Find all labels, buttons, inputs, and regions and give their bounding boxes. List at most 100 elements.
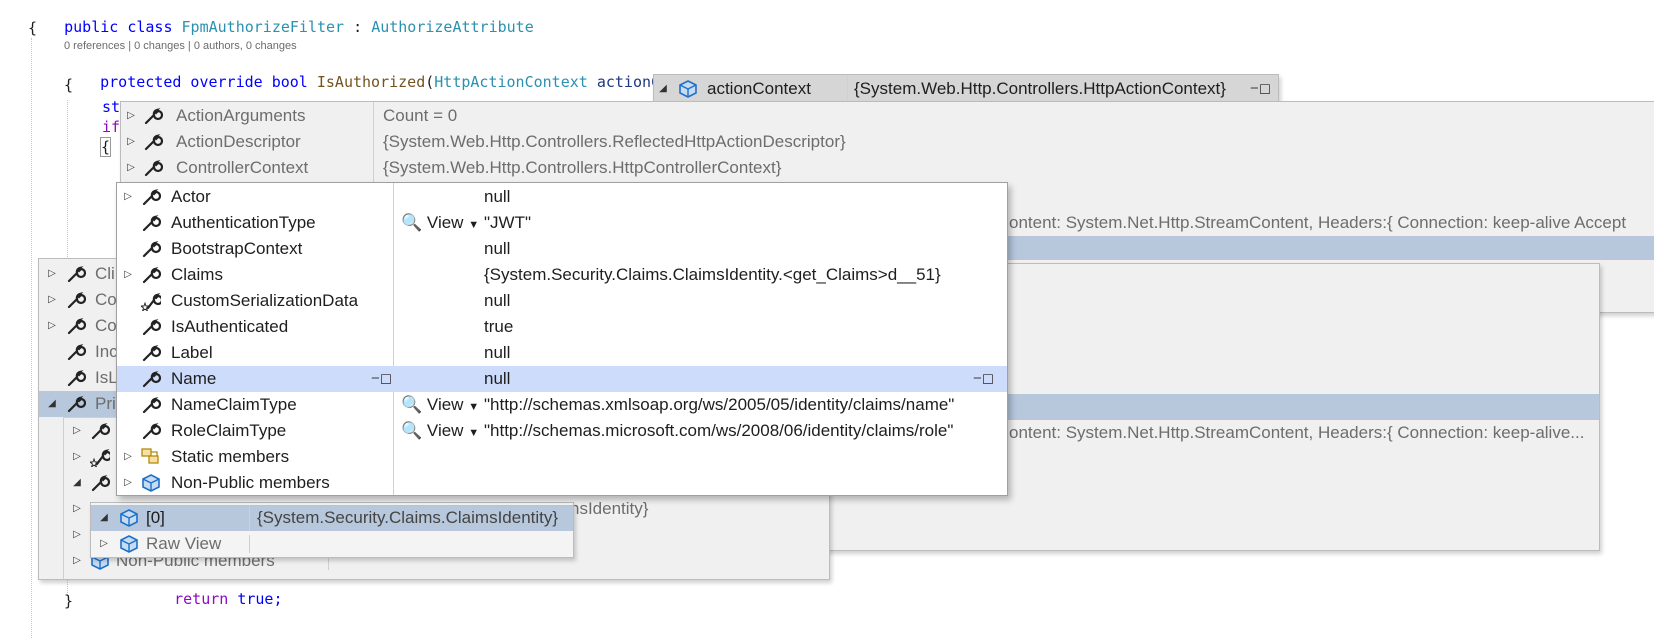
- view-label: View: [426, 213, 464, 232]
- wrench-icon: [67, 292, 86, 309]
- code-value: true;: [228, 590, 283, 608]
- expand-arrow-icon[interactable]: ▷: [121, 262, 135, 288]
- datatip-name: Non-Public members: [171, 473, 330, 492]
- datatip-row[interactable]: ▷ ActionArguments Count = 0: [121, 103, 1654, 129]
- dropdown-arrow-icon[interactable]: ▼: [468, 427, 479, 439]
- expand-arrow-icon[interactable]: ▷: [70, 496, 84, 522]
- expand-arrow-icon[interactable]: ▷: [45, 261, 59, 287]
- code-brace: {: [64, 76, 74, 94]
- code-keyword: public class: [64, 18, 182, 36]
- expand-arrow-icon[interactable]: ▷: [70, 444, 84, 470]
- datatip-value: "JWT": [484, 213, 531, 232]
- datatip-row-nonpublic-members[interactable]: ▷ Non-Public members: [117, 470, 1007, 495]
- pin-icon[interactable]: −◻: [973, 366, 994, 392]
- datatip-value: {System.Security.Claims.ClaimsIdentity}: [257, 508, 559, 527]
- wrench-icon: [142, 345, 161, 362]
- expand-arrow-icon[interactable]: ▷: [121, 444, 135, 470]
- code-paren: (: [425, 73, 435, 91]
- collapse-arrow-icon[interactable]: ◢: [70, 470, 84, 496]
- expand-arrow-icon[interactable]: ▷: [124, 103, 138, 129]
- object-icon: [120, 509, 138, 527]
- datatip-row-actioncontext[interactable]: ◢ actionContext {System.Web.Http.Control…: [654, 75, 1278, 101]
- visualizer-button[interactable]: 🔍 View ▼: [401, 418, 479, 446]
- datatip-name: ActionArguments: [176, 106, 306, 125]
- collapse-arrow-icon[interactable]: ◢: [656, 75, 670, 101]
- wrench-icon: [144, 134, 163, 151]
- datatip-name: ActionDescriptor: [176, 132, 301, 151]
- datatip-name: IsL: [95, 368, 118, 387]
- expand-arrow-icon[interactable]: ▷: [70, 522, 84, 548]
- wrench-icon: [142, 267, 161, 284]
- datatip-row-bootstrapcontext[interactable]: BootstrapContext null: [117, 236, 1007, 262]
- datatip-claimsidentity-members: ▷ Actor null AuthenticationType 🔍 View ▼…: [116, 182, 1008, 496]
- expand-arrow-icon[interactable]: ▷: [124, 129, 138, 155]
- datatip-name: [0]: [146, 508, 165, 527]
- column-divider: [847, 75, 848, 101]
- expand-arrow-icon[interactable]: ▷: [97, 531, 111, 557]
- datatip-row-label[interactable]: Label null: [117, 340, 1007, 366]
- datatip-row-customserializationdata[interactable]: CustomSerializationData null: [117, 288, 1007, 314]
- datatip-row-roleclaimtype[interactable]: RoleClaimType 🔍 View ▼ "http://schemas.m…: [117, 418, 1007, 444]
- datatip-name: Co: [95, 316, 117, 335]
- datatip-row-nameclaimtype[interactable]: NameClaimType 🔍 View ▼ "http://schemas.x…: [117, 392, 1007, 418]
- datatip-row-name[interactable]: Name −◻ null −◻: [117, 366, 1007, 392]
- wrench-icon: [142, 371, 161, 388]
- datatip-row[interactable]: ▷ ControllerContext {System.Web.Http.Con…: [121, 155, 1654, 181]
- datatip-row-authenticationtype[interactable]: AuthenticationType 🔍 View ▼ "JWT": [117, 210, 1007, 236]
- collapse-arrow-icon[interactable]: ◢: [97, 505, 111, 531]
- dropdown-arrow-icon[interactable]: ▼: [468, 401, 479, 413]
- magnifier-icon: 🔍: [401, 395, 423, 414]
- wrench-icon: [142, 215, 161, 232]
- wrench-star-icon: [90, 449, 110, 467]
- expand-arrow-icon[interactable]: ▷: [45, 287, 59, 313]
- view-label: View: [426, 395, 464, 414]
- code-keyword: protected override bool: [100, 73, 317, 91]
- expand-arrow-icon[interactable]: ▷: [121, 470, 135, 495]
- pin-icon[interactable]: −◻: [371, 366, 392, 392]
- datatip-name: AuthenticationType: [171, 213, 316, 232]
- datatip-name: Co: [95, 290, 117, 309]
- visualizer-button[interactable]: 🔍 View ▼: [401, 392, 479, 420]
- column-divider: [249, 505, 250, 531]
- code-fragment: st: [102, 98, 121, 116]
- pin-icon[interactable]: −◻: [1250, 75, 1271, 101]
- wrench-icon: [142, 397, 161, 414]
- datatip-name: ControllerContext: [176, 158, 309, 177]
- datatip-row-selected[interactable]: ◢ [0] {System.Security.Claims.ClaimsIden…: [91, 505, 573, 531]
- code-param-type: HttpActionContext: [434, 73, 588, 91]
- datatip-row[interactable]: ▷ Raw View: [91, 531, 573, 557]
- datatip-value: {System.Web.Http.Controllers.HttpActionC…: [854, 79, 1226, 98]
- codelens[interactable]: 0 references | 0 changes | 0 authors, 0 …: [64, 40, 297, 52]
- expand-arrow-icon[interactable]: ▷: [121, 184, 135, 210]
- code-brace-highlight: {: [99, 137, 112, 157]
- expand-arrow-icon[interactable]: ▷: [45, 313, 59, 339]
- wrench-icon: [144, 108, 163, 125]
- code-class-name: FpmAuthorizeFilter: [181, 18, 345, 36]
- visualizer-button[interactable]: 🔍 View ▼: [401, 210, 479, 238]
- datatip-value: {System.Security.Claims.ClaimsIdentity.<…: [484, 265, 941, 284]
- expand-arrow-icon[interactable]: ▷: [70, 418, 84, 444]
- datatip-row-claims[interactable]: ▷ Claims {System.Security.Claims.ClaimsI…: [117, 262, 1007, 288]
- datatip-row[interactable]: ▷ ActionDescriptor {System.Web.Http.Cont…: [121, 129, 1654, 155]
- view-label: View: [426, 421, 464, 440]
- collapse-arrow-icon[interactable]: ◢: [45, 391, 59, 417]
- code-base-class: AuthorizeAttribute: [371, 18, 534, 36]
- datatip-row-isauthenticated[interactable]: IsAuthenticated true: [117, 314, 1007, 340]
- dropdown-arrow-icon[interactable]: ▼: [468, 219, 479, 231]
- datatip-name: RoleClaimType: [171, 421, 287, 440]
- datatip-value: "http://schemas.xmlsoap.org/ws/2005/05/i…: [484, 395, 955, 414]
- datatip-value: null: [484, 239, 511, 258]
- datatip-value: null: [484, 291, 511, 310]
- object-icon: [679, 80, 697, 98]
- expand-arrow-icon[interactable]: ▷: [124, 155, 138, 181]
- code-brace: }: [64, 592, 74, 610]
- expand-arrow-icon[interactable]: ▷: [70, 548, 84, 574]
- datatip-name: Static members: [171, 447, 290, 466]
- datatip-row-actor[interactable]: ▷ Actor null: [117, 184, 1007, 210]
- datatip-name: CustomSerializationData: [171, 291, 359, 310]
- datatip-row-static-members[interactable]: ▷ Static members: [117, 444, 1007, 470]
- wrench-icon: [142, 189, 161, 206]
- datatip-name: Name: [171, 369, 217, 388]
- datatip-root: ◢ actionContext {System.Web.Http.Control…: [653, 74, 1279, 102]
- datatip-value: "http://schemas.microsoft.com/ws/2008/06…: [484, 421, 954, 440]
